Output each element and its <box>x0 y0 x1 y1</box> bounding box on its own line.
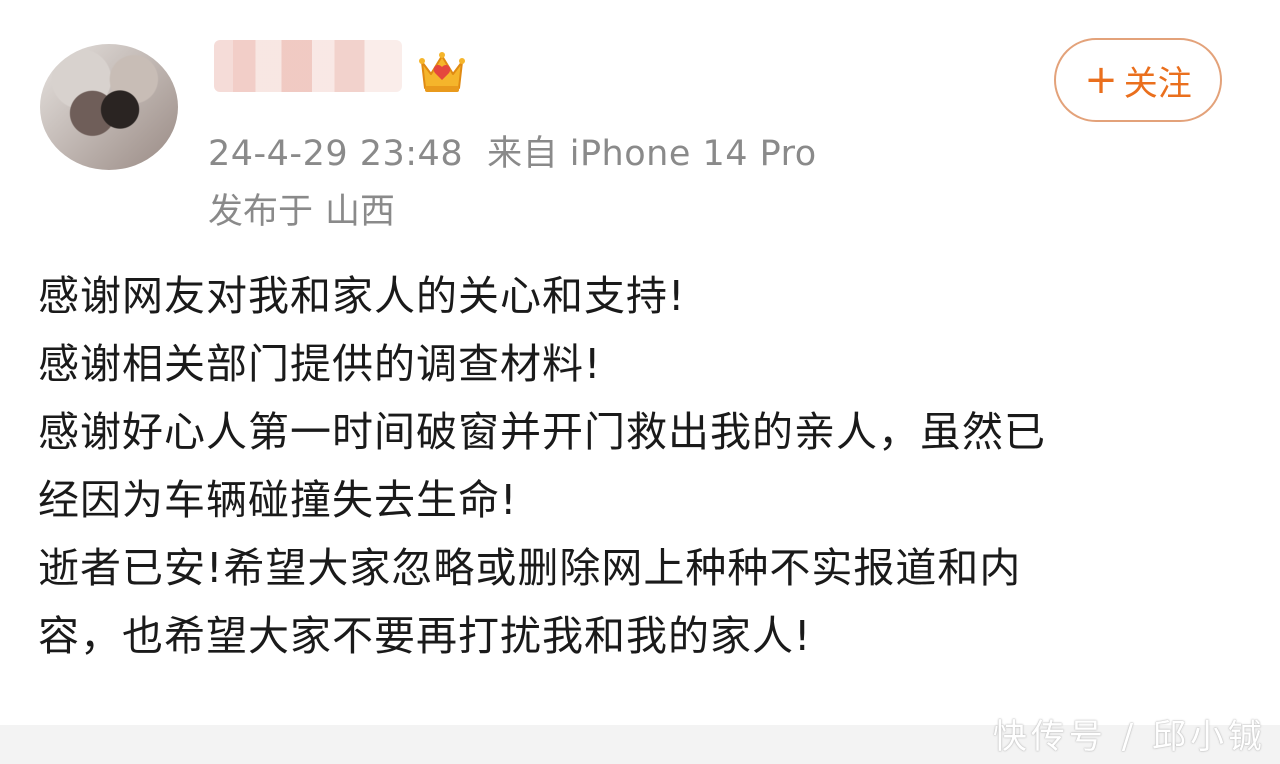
post-text-line: 感谢网友对我和家人的关心和支持! <box>38 272 686 320</box>
weibo-post-card: 24-4-29 23:48 来自 iPhone 14 Pro 发布于 山西 + 关注… <box>0 0 1280 725</box>
post-text-line: 经因为车辆碰撞失去生命! <box>38 476 518 524</box>
post-meta: 24-4-29 23:48 来自 iPhone 14 Pro <box>208 125 817 176</box>
location-prefix: 发布于 <box>208 192 314 232</box>
post-text-line: 感谢相关部门提供的调查材料! <box>38 340 602 388</box>
follow-label: 关注 <box>1123 63 1192 104</box>
post-source: 来自 iPhone 14 Pro <box>487 134 817 174</box>
post-text-line: 容，也希望大家不要再打扰我和我的家人! <box>38 612 812 660</box>
username-blurred[interactable] <box>214 40 402 92</box>
post-body: 感谢网友对我和家人的关心和支持! 感谢相关部门提供的调查材料! 感谢好心人第一时… <box>38 262 1238 670</box>
crown-icon <box>419 52 465 92</box>
avatar[interactable] <box>40 44 178 170</box>
post-text-line: 逝者已安!希望大家忽略或删除网上种种不实报道和内 <box>38 544 1022 592</box>
location-name: 山西 <box>325 192 396 232</box>
post-text-line: 感谢好心人第一时间破窗并开门救出我的亲人，虽然已 <box>38 408 1046 456</box>
post-timestamp: 24-4-29 23:48 <box>208 134 464 174</box>
follow-button[interactable]: + 关注 <box>1054 38 1222 122</box>
watermark: 快传号 / 邱小铖 <box>992 717 1266 757</box>
post-location: 发布于 山西 <box>208 183 395 234</box>
plus-icon: + <box>1084 57 1118 103</box>
